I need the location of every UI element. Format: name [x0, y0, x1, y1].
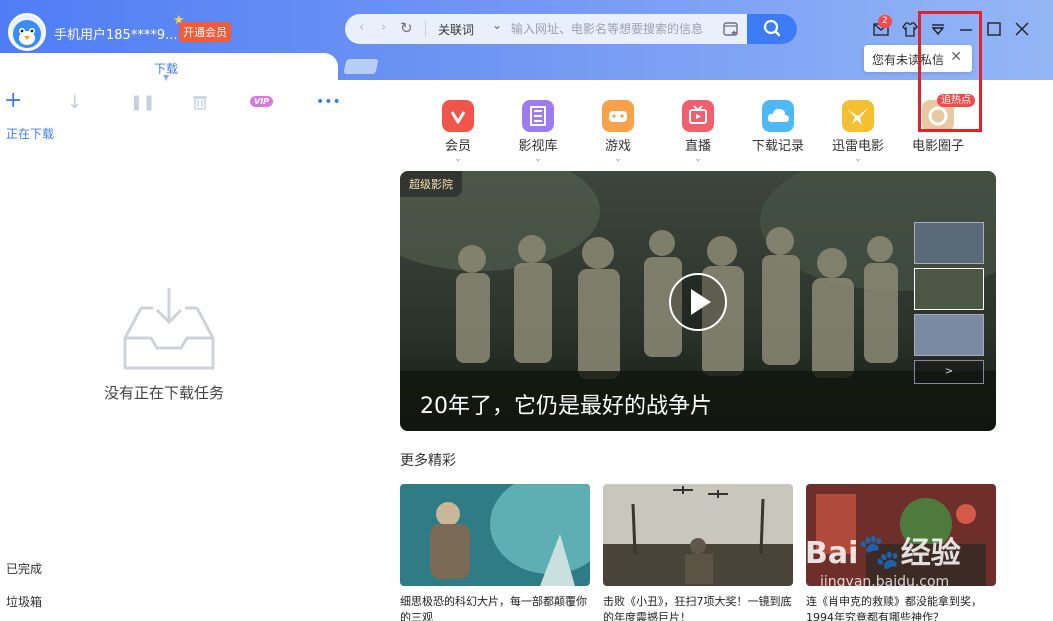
- banner-next-button[interactable]: >: [914, 360, 984, 384]
- banner-thumbnail[interactable]: [914, 268, 984, 310]
- more-icon[interactable]: •••: [316, 94, 341, 110]
- nav-label: 游戏: [604, 139, 631, 154]
- empty-inbox-icon: [123, 288, 215, 370]
- video-card-caption[interactable]: 连《肖申克的救赎》都没能拿到奖，1994年究竟都有哪些神作？: [806, 594, 999, 621]
- baidu-watermark-logo: Bai🐾经验: [805, 532, 961, 572]
- chevron-down-icon: ⌄: [854, 154, 862, 164]
- video-card-caption[interactable]: 细思极恐的科幻大片，每一部都颠覆你的三观: [400, 594, 593, 621]
- banner-thumbnail[interactable]: [914, 314, 984, 356]
- separator: [425, 21, 426, 37]
- nav-label: 电影圈子: [911, 139, 964, 154]
- video-card-caption[interactable]: 击败《小丑》，狂扫7项大奖！一镜到底的年度震撼巨片！: [603, 594, 796, 621]
- app-window: 手机用户185****9... ★ 开通会员 ‹ › ↻ 关联词 ⌄ 输入网址、…: [0, 0, 1053, 621]
- address-bar: ‹ › ↻ 关联词 ⌄: [345, 14, 797, 44]
- nav-live[interactable]: 直播 ⌄: [668, 100, 728, 164]
- nav-xunlei-movie[interactable]: 迅雷电影 ⌄: [828, 100, 888, 164]
- avatar[interactable]: [8, 13, 46, 51]
- cloud-icon: [762, 100, 794, 132]
- bookmark-icon[interactable]: [721, 19, 741, 39]
- annotation-highlight-box: [918, 11, 982, 132]
- download-icon[interactable]: ↓: [67, 92, 82, 113]
- video-card-thumbnail[interactable]: [400, 484, 590, 586]
- search-button[interactable]: [747, 14, 797, 44]
- film-icon: [522, 100, 554, 132]
- nav-movie-library[interactable]: 影视库 ⌄: [508, 100, 568, 164]
- bird-logo-icon: [842, 100, 874, 132]
- search-icon: [763, 19, 781, 37]
- nav-label: 下载记录: [751, 139, 804, 154]
- tab-caret-icon: ▼: [163, 73, 170, 82]
- nav-member[interactable]: 会员 ⌄: [428, 100, 488, 164]
- nav-label: 会员: [444, 139, 471, 154]
- vip-heart-icon: [442, 100, 474, 132]
- forward-icon[interactable]: ›: [381, 20, 386, 35]
- new-tab-button[interactable]: [343, 59, 379, 74]
- close-icon[interactable]: [1013, 20, 1031, 38]
- section-title: 更多精彩: [400, 453, 456, 469]
- nav-label: 影视库: [518, 139, 558, 154]
- search-input[interactable]: [511, 19, 716, 39]
- watermark-url-logo: jingyan.baidu.com: [820, 574, 950, 590]
- pause-icon[interactable]: ❚❚: [130, 93, 155, 111]
- chevron-down-icon[interactable]: ⌄: [492, 18, 502, 32]
- maximize-icon[interactable]: [985, 20, 1003, 38]
- nav-download-history[interactable]: 下载记录: [748, 100, 808, 154]
- gamepad-icon: [602, 100, 634, 132]
- skin-icon[interactable]: [901, 20, 919, 38]
- nav-label: 迅雷电影: [831, 139, 884, 154]
- play-icon[interactable]: [668, 272, 728, 332]
- downloading-tab[interactable]: 正在下载: [6, 125, 54, 142]
- message-count-badge: 2: [878, 15, 892, 28]
- war-poster-image: [603, 484, 793, 586]
- open-vip-button[interactable]: 开通会员: [179, 22, 231, 42]
- chevron-down-icon: ⌄: [694, 154, 702, 164]
- chevron-down-icon: ⌄: [454, 154, 462, 164]
- banner-thumbnail[interactable]: [914, 222, 984, 264]
- vip-speedup-button[interactable]: VIP: [250, 96, 274, 107]
- video-card-thumbnail[interactable]: [603, 484, 793, 586]
- completed-tab[interactable]: 已完成: [6, 560, 42, 577]
- chevron-down-icon: ⌄: [534, 154, 542, 164]
- banner-title[interactable]: 20年了，它仍是最好的战争片: [420, 388, 712, 420]
- back-icon[interactable]: ‹: [359, 20, 364, 35]
- nav-games[interactable]: 游戏 ⌄: [588, 100, 648, 164]
- tv-icon: [682, 100, 714, 132]
- nav-label: 直播: [684, 139, 711, 154]
- add-task-icon[interactable]: +: [4, 88, 22, 113]
- chevron-down-icon: ⌄: [614, 154, 622, 164]
- banner-tag: 超级影院: [400, 171, 462, 197]
- keyword-mode-select[interactable]: 关联词: [438, 21, 474, 38]
- refresh-icon[interactable]: ↻: [400, 19, 413, 37]
- trash-tab[interactable]: 垃圾箱: [6, 593, 42, 610]
- delete-icon[interactable]: [192, 94, 208, 110]
- scifi-poster-image: [400, 484, 590, 586]
- empty-state-text: 没有正在下载任务: [104, 384, 225, 402]
- username[interactable]: 手机用户185****9...: [54, 24, 177, 43]
